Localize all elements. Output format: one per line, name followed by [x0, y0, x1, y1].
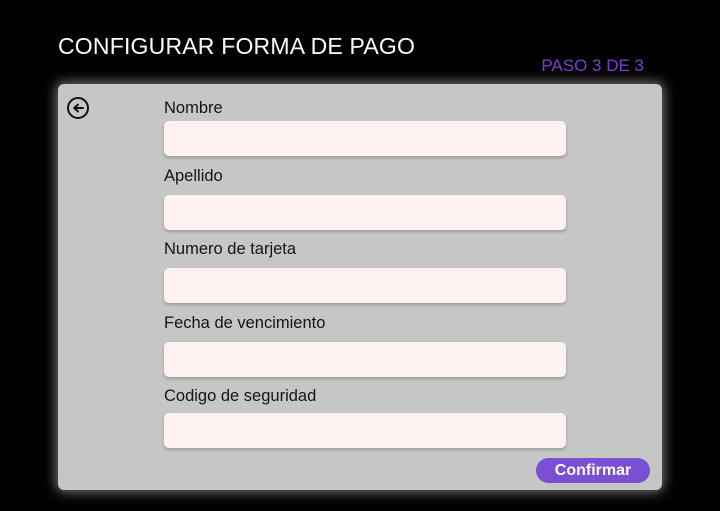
- expiration-date-label: Fecha de vencimiento: [164, 314, 326, 332]
- first-name-input[interactable]: [164, 121, 566, 156]
- expiration-date-input[interactable]: [164, 342, 566, 377]
- page-title: CONFIGURAR FORMA DE PAGO: [58, 33, 416, 59]
- confirm-button[interactable]: Confirmar: [536, 458, 650, 483]
- payment-setup-screen: CONFIGURAR FORMA DE PAGO PASO 3 DE 3 Nom…: [0, 0, 720, 511]
- back-button[interactable]: [66, 96, 90, 120]
- step-indicator: PASO 3 DE 3: [541, 56, 644, 75]
- security-code-label: Codigo de seguridad: [164, 387, 317, 405]
- last-name-input[interactable]: [164, 195, 566, 230]
- card-number-input[interactable]: [164, 268, 566, 303]
- security-code-input[interactable]: [164, 413, 566, 448]
- arrow-left-circle-icon: [67, 97, 89, 119]
- card-number-label: Numero de tarjeta: [164, 240, 297, 258]
- last-name-label: Apellido: [164, 167, 223, 185]
- payment-form-panel: Nombre Apellido Numero de tarjeta Fecha …: [58, 84, 662, 490]
- first-name-label: Nombre: [164, 99, 223, 117]
